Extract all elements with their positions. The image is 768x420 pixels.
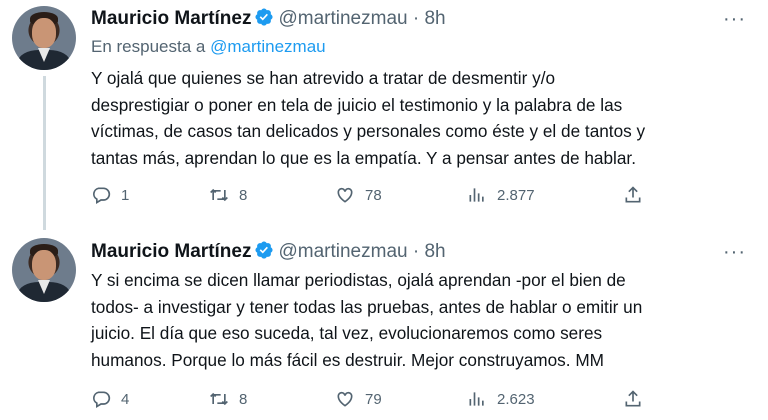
retweet-icon (210, 188, 228, 202)
tweet-text: Y ojalá que quienes se han atrevido a tr… (91, 65, 751, 171)
share-icon (625, 186, 641, 203)
tweet-header: Mauricio Martínez @martinezmau · 8h (91, 240, 446, 266)
tweet-1[interactable]: Mauricio Martínez @martinezmau · 8h ··· E… (0, 0, 768, 230)
views-icon (469, 392, 484, 406)
retweet-button[interactable]: 8 (209, 389, 247, 409)
separator-dot: · (412, 8, 420, 29)
more-icon[interactable]: ··· (723, 8, 746, 31)
like-icon (337, 187, 353, 203)
tweet-text-line: víctimas, de casos tan delicados y perso… (91, 121, 646, 141)
reply-button[interactable]: 4 (91, 389, 129, 409)
views-count: 2.877 (497, 186, 535, 204)
retweet-button[interactable]: 8 (209, 185, 247, 205)
retweet-count: 8 (239, 186, 248, 204)
tweet-text: Y si encima se dicen llamar periodistas,… (91, 267, 751, 373)
views-icon (469, 188, 484, 202)
views-button[interactable]: 2.623 (467, 389, 535, 409)
reply-button[interactable]: 1 (91, 185, 129, 205)
tweet-header: Mauricio Martínez @martinezmau · 8h (91, 7, 446, 33)
timestamp[interactable]: 8h (424, 241, 445, 262)
share-button[interactable] (623, 389, 653, 409)
separator-dot: · (412, 241, 420, 262)
author-name[interactable]: Mauricio Martínez (91, 241, 251, 262)
views-count: 2.623 (497, 390, 535, 408)
like-button[interactable]: 78 (335, 185, 382, 205)
tweet-text-line: Y ojalá que quienes se han atrevido a tr… (91, 68, 556, 88)
like-icon (337, 391, 353, 407)
views-button[interactable]: 2.877 (467, 185, 535, 205)
reply-mention-link[interactable]: @martinezmau (210, 37, 326, 56)
reply-count: 1 (121, 186, 130, 204)
reply-context: En respuesta a @martinezmau (91, 37, 326, 57)
retweet-icon (210, 392, 228, 406)
reply-count: 4 (121, 390, 130, 408)
more-icon[interactable]: ··· (723, 241, 746, 264)
tweet-text-line: humanos. Porque lo más fácil es destruir… (91, 349, 604, 370)
action-bar: 4 8 79 2.623 (91, 389, 651, 415)
reply-icon (93, 391, 111, 408)
share-button[interactable] (623, 185, 653, 205)
reply-prefix: En respuesta a (91, 37, 206, 56)
timestamp[interactable]: 8h (424, 8, 445, 29)
action-bar: 1 8 78 2.877 (91, 185, 651, 211)
verified-icon (254, 240, 274, 266)
share-icon (625, 390, 641, 407)
tweet-2[interactable]: Mauricio Martínez @martinezmau · 8h ··· Y… (0, 230, 768, 420)
like-count: 78 (365, 186, 382, 204)
verified-icon (254, 7, 274, 33)
tweet-text-line: desprestigiar o poner en tela de juicio … (91, 94, 623, 115)
tweet-text-line: juicio. El día que eso suceda, tal vez, … (91, 323, 603, 343)
tweet-text-line: Y si encima se dicen llamar periodistas,… (91, 270, 626, 290)
reply-icon (93, 187, 111, 204)
avatar[interactable] (12, 238, 76, 302)
retweet-count: 8 (239, 390, 248, 408)
author-handle[interactable]: @martinezmau (278, 241, 407, 262)
avatar[interactable] (12, 6, 76, 70)
like-count: 79 (365, 390, 382, 408)
tweet-text-line: todos- a investigar y tener todas las pr… (91, 296, 643, 317)
tweet-text-line: tantas más, aprendan lo que es la empatí… (91, 147, 636, 168)
author-handle[interactable]: @martinezmau (278, 8, 407, 29)
like-button[interactable]: 79 (335, 389, 382, 409)
author-name[interactable]: Mauricio Martínez (91, 8, 251, 29)
